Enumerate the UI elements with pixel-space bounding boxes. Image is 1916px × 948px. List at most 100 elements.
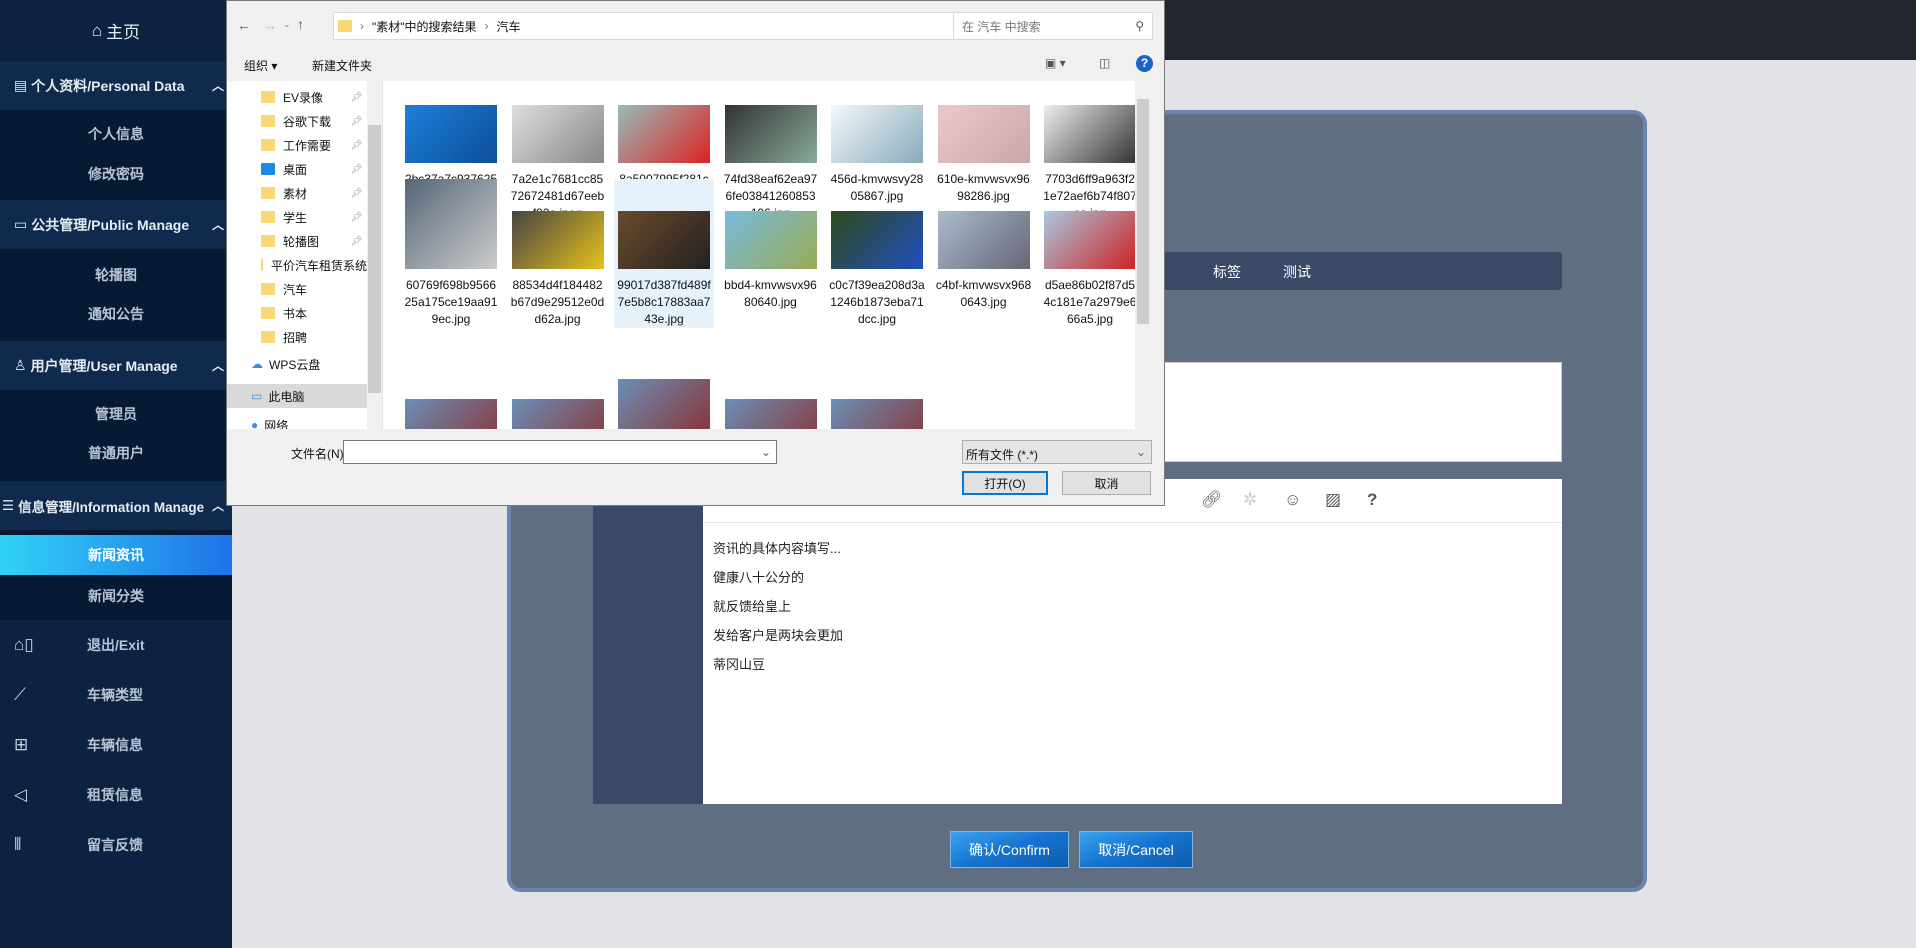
unlink-icon[interactable]: ✲ bbox=[1243, 490, 1257, 510]
pin-icon[interactable]: 📌︎ bbox=[350, 92, 363, 103]
image-thumbnail bbox=[1044, 105, 1136, 163]
image-thumbnail bbox=[724, 105, 817, 163]
emoji-icon[interactable]: ☺ bbox=[1284, 490, 1301, 510]
sidebar-group-public[interactable]: ▭ 公共管理/Public Manage ︿ bbox=[0, 200, 232, 249]
folder-icon bbox=[261, 115, 275, 127]
pin-icon[interactable]: 📌︎ bbox=[350, 236, 363, 247]
nav-folder[interactable]: 桌面 📌︎ bbox=[227, 157, 367, 181]
image-thumbnail[interactable] bbox=[405, 399, 497, 429]
sidebar-group-personal[interactable]: ▤ 个人资料/Personal Data ︿ bbox=[0, 61, 232, 110]
nav-folder[interactable]: 工作需要 📌︎ bbox=[227, 133, 367, 157]
nav-folder[interactable]: 汽车 bbox=[227, 277, 367, 301]
sidebar-item-profile[interactable]: 个人信息 bbox=[0, 115, 232, 153]
forward-icon[interactable]: → bbox=[263, 17, 277, 33]
filename-label: 文件名(N): bbox=[291, 447, 347, 461]
filetype-select[interactable]: 所有文件 (*.*) ⌄ bbox=[962, 440, 1152, 464]
folder-icon bbox=[261, 211, 275, 223]
nav-folder[interactable]: 平价汽车租赁系统 bbox=[227, 253, 367, 277]
sidebar-item-notice[interactable]: 通知公告 bbox=[0, 295, 232, 333]
nav-folder[interactable]: 招聘 bbox=[227, 325, 367, 349]
sidebar-item-feedback[interactable]: ⦀ 留言反馈 bbox=[0, 820, 232, 870]
nav-folder[interactable]: 轮播图 📌︎ bbox=[227, 229, 367, 253]
home-icon: ⌂ bbox=[91, 20, 103, 40]
sidebar-item-news[interactable]: 新闻资讯 bbox=[0, 535, 232, 575]
exit-icon: ⌂▯ bbox=[14, 635, 34, 654]
back-icon[interactable]: ← bbox=[237, 17, 251, 33]
tag-item[interactable]: 测试 bbox=[1283, 262, 1311, 282]
nav-folder[interactable]: 书本 bbox=[227, 301, 367, 325]
image-thumbnail[interactable] bbox=[724, 399, 817, 429]
sidebar-item-password[interactable]: 修改密码 bbox=[0, 155, 232, 193]
help-icon[interactable]: ? bbox=[1367, 490, 1377, 510]
filename-input[interactable]: ⌄ bbox=[343, 440, 777, 464]
nav-network[interactable]: ● 网络 bbox=[227, 413, 367, 429]
file-item[interactable]: 99017d387fd489f7e5b8c17883aa743e.jpg bbox=[614, 179, 714, 328]
sidebar-item-vehicle-type[interactable]: ⟋ 车辆类型 bbox=[0, 670, 232, 720]
pin-icon[interactable]: 📌︎ bbox=[350, 212, 363, 223]
nav-folder[interactable]: EV录像 📌︎ bbox=[227, 85, 367, 109]
document-icon: ☰ bbox=[2, 497, 15, 513]
up-icon[interactable]: ↑ bbox=[297, 16, 304, 32]
nav-this-pc[interactable]: ▭ 此电脑 bbox=[227, 384, 367, 408]
pin-icon[interactable]: 📌︎ bbox=[350, 188, 363, 199]
editor-content[interactable]: 资讯的具体内容填写... 健康八十公分的 就反馈给皇上 发给客户是两块会更加 蒂… bbox=[713, 534, 843, 679]
link-icon[interactable]: 🔗︎ bbox=[1201, 490, 1223, 510]
sidebar-item-users[interactable]: 普通用户 bbox=[0, 434, 232, 472]
file-item[interactable]: bbd4-kmvwsvx9680640.jpg bbox=[721, 179, 821, 311]
sidebar-item-carousel[interactable]: 轮播图 bbox=[0, 256, 232, 294]
tag-item[interactable]: 标签 bbox=[1213, 262, 1241, 282]
nav-folder[interactable]: 学生 📌︎ bbox=[227, 205, 367, 229]
organize-button[interactable]: 组织 ▾ bbox=[244, 57, 277, 74]
file-list: 2bc37a7c9376253ca89e4827c6b9dfe4.png7a2e… bbox=[382, 81, 1150, 429]
view-options-icon[interactable]: ▣ ▾ bbox=[1045, 56, 1066, 70]
preview-pane-icon[interactable]: ◫ bbox=[1099, 56, 1110, 70]
recent-dropdown-icon[interactable]: ⌄ bbox=[283, 19, 291, 30]
image-thumbnail[interactable] bbox=[511, 399, 604, 429]
file-list-scrollbar[interactable] bbox=[1135, 81, 1150, 429]
chevron-up-icon: ︿ bbox=[211, 359, 224, 373]
image-thumbnail[interactable] bbox=[618, 379, 710, 429]
sidebar-group-user[interactable]: ♙ 用户管理/User Manage ︿ bbox=[0, 341, 232, 390]
cancel-button[interactable]: 取消/Cancel bbox=[1079, 831, 1193, 868]
open-button[interactable]: 打开(O) bbox=[962, 471, 1048, 495]
image-thumbnail bbox=[511, 105, 604, 163]
breadcrumb-folder[interactable]: 汽车 bbox=[497, 18, 521, 35]
sidebar-item-rental[interactable]: ◁ 租赁信息 bbox=[0, 770, 232, 820]
pin-icon[interactable]: 📌︎ bbox=[350, 116, 363, 127]
nav-folder[interactable]: 谷歌下载 📌︎ bbox=[227, 109, 367, 133]
file-item[interactable]: 60769f698b956625a175ce19aa919ec.jpg bbox=[401, 179, 501, 328]
file-open-dialog: ← → ⌄ ↑ › "素材"中的搜索结果 › 汽车 ⌄ ↻ 在 汽车 中搜索⚲ … bbox=[226, 0, 1165, 506]
sidebar-item-news-category[interactable]: 新闻分类 bbox=[0, 577, 232, 615]
search-icon: ⚲ bbox=[1135, 19, 1144, 33]
pin-icon[interactable]: 📌︎ bbox=[350, 140, 363, 151]
search-input[interactable]: 在 汽车 中搜索 ⚲ bbox=[953, 12, 1153, 40]
image-thumbnail[interactable] bbox=[831, 399, 923, 429]
grid-search-icon: ⊞ bbox=[14, 735, 29, 754]
pin-icon[interactable]: 📌︎ bbox=[350, 164, 363, 175]
editor-label-column bbox=[593, 479, 703, 804]
sidebar-home[interactable]: ⌂ 主页 bbox=[0, 0, 232, 61]
file-item[interactable]: c4bf-kmvwsvx9680643.jpg bbox=[934, 179, 1034, 311]
monitor-icon: ▭ bbox=[14, 216, 28, 232]
image-thumbnail bbox=[618, 105, 710, 163]
nav-folder[interactable]: 素材 📌︎ bbox=[227, 181, 367, 205]
file-item[interactable]: c0c7f39ea208d3a1246b1873eba71dcc.jpg bbox=[827, 179, 927, 328]
folder-icon bbox=[261, 91, 275, 103]
sidebar-group-info[interactable]: ☰ 信息管理/Information Manage ︿ bbox=[0, 481, 232, 530]
sidebar-item-exit[interactable]: ⌂▯ 退出/Exit bbox=[0, 620, 232, 670]
confirm-button[interactable]: 确认/Confirm bbox=[950, 831, 1069, 868]
nav-scrollbar[interactable] bbox=[367, 81, 382, 429]
image-icon[interactable]: ▨ bbox=[1325, 490, 1341, 510]
dialog-cancel-button[interactable]: 取消 bbox=[1062, 471, 1151, 495]
sidebar-item-admin[interactable]: 管理员 bbox=[0, 395, 232, 433]
help-icon[interactable]: ? bbox=[1136, 55, 1153, 72]
file-item[interactable]: 88534d4f184482b67d9e29512e0dd62a.jpg bbox=[508, 179, 608, 328]
file-item[interactable]: d5ae86b02f87d54c181e7a2979e666a5.jpg bbox=[1040, 179, 1140, 328]
address-bar[interactable]: › "素材"中的搜索结果 › 汽车 ⌄ ↻ bbox=[333, 12, 1010, 40]
rich-text-editor[interactable]: 🔗︎ ✲ ☺ ▨ ? 资讯的具体内容填写... 健康八十公分的 就反馈给皇上 发… bbox=[703, 479, 1562, 804]
new-folder-button[interactable]: 新建文件夹 bbox=[312, 57, 372, 74]
chevron-up-icon: ︿ bbox=[211, 79, 224, 93]
nav-wps-cloud[interactable]: ☁ WPS云盘 bbox=[227, 352, 367, 376]
sidebar-item-vehicle-info[interactable]: ⊞ 车辆信息 bbox=[0, 720, 232, 770]
breadcrumb-search[interactable]: "素材"中的搜索结果 bbox=[372, 18, 477, 35]
